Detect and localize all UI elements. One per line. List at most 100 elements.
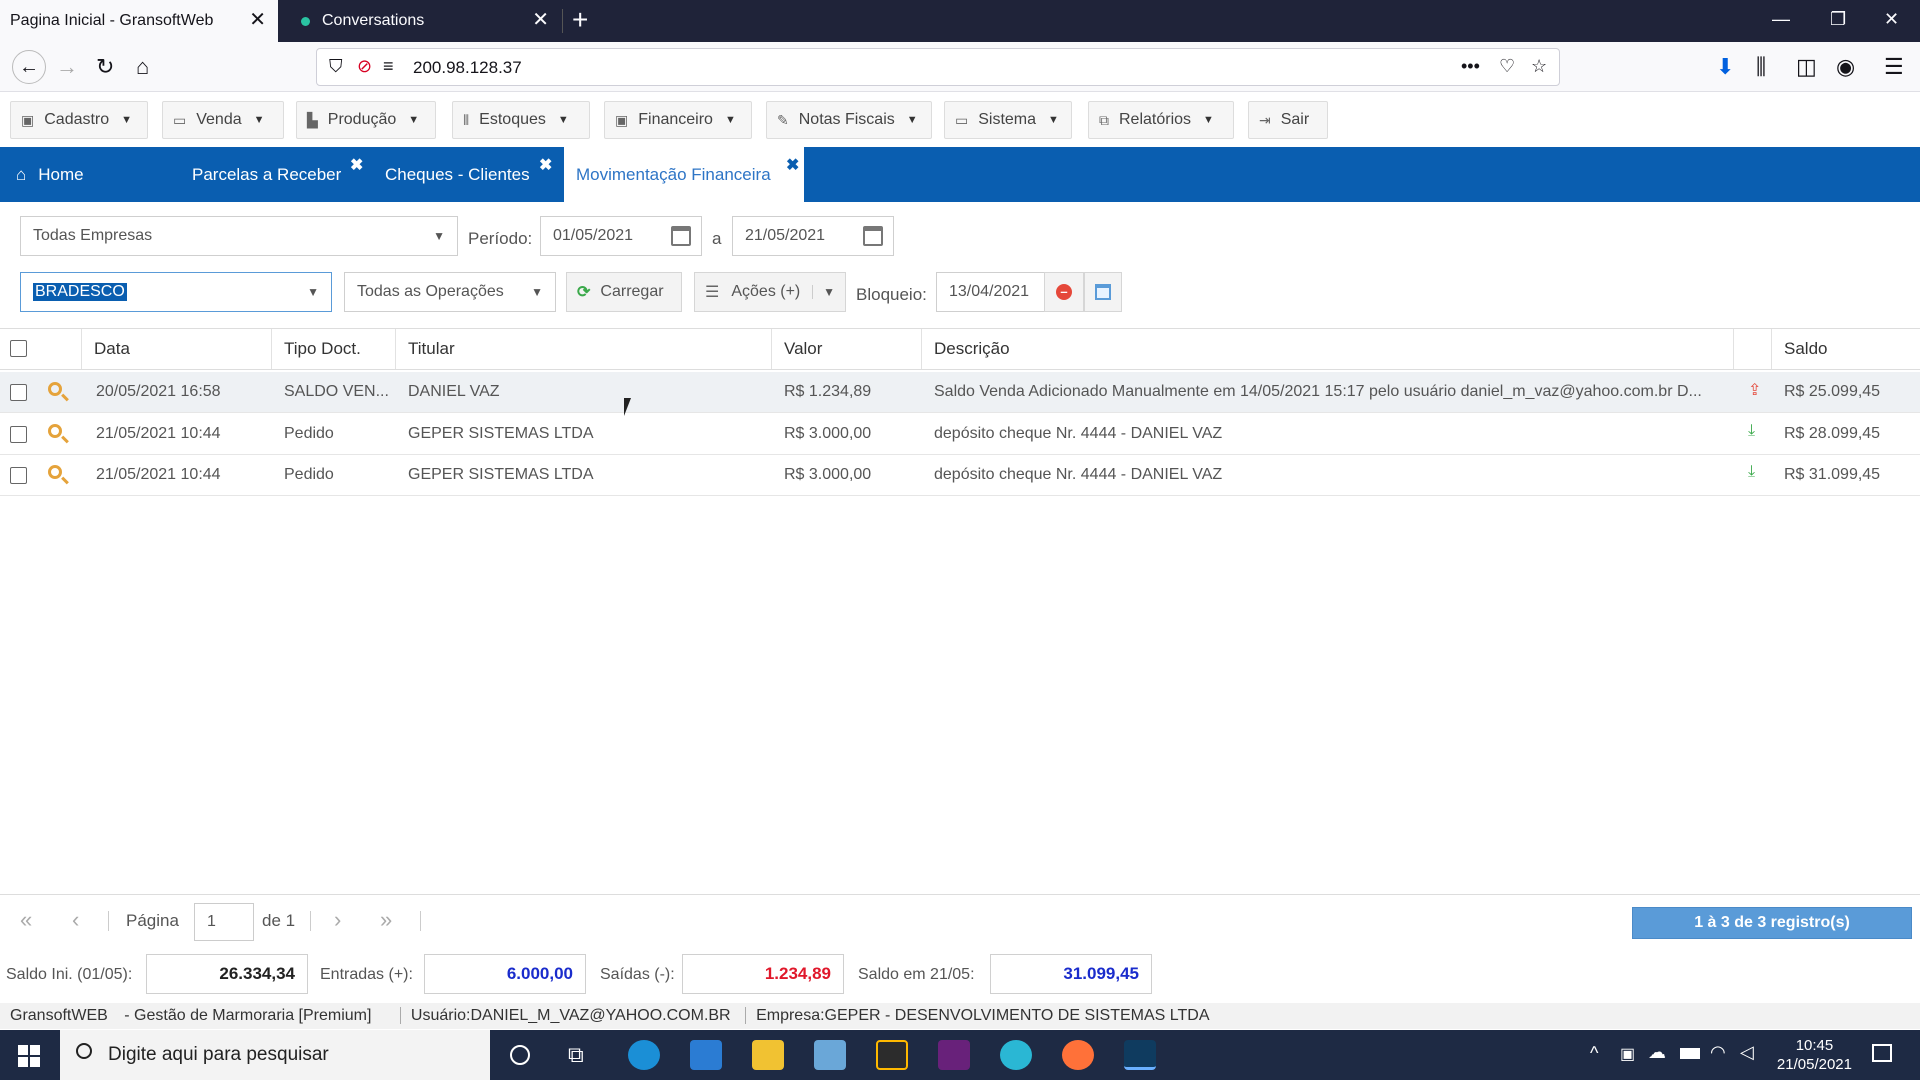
- close-tab-icon[interactable]: ✕: [532, 10, 549, 30]
- volume-icon[interactable]: ◁: [1740, 1042, 1754, 1063]
- menu-producao[interactable]: ▙ Produção ▼: [296, 101, 436, 139]
- bookmark-star-icon[interactable]: ☆: [1531, 56, 1547, 77]
- tab-home[interactable]: ⌂ Home: [16, 147, 84, 202]
- more-icon[interactable]: •••: [1461, 56, 1480, 77]
- menu-relatorios[interactable]: ⧉ Relatórios ▼: [1088, 101, 1234, 139]
- sidebar-icon[interactable]: ◫: [1796, 54, 1817, 80]
- download-icon[interactable]: ⬇: [1716, 54, 1734, 80]
- date-to-value: 21/05/2021: [745, 227, 826, 244]
- close-tab-icon[interactable]: ✖: [539, 155, 552, 175]
- close-tab-icon[interactable]: ✖: [350, 155, 363, 175]
- table-row[interactable]: 21/05/2021 10:44 Pedido GEPER SISTEMAS L…: [0, 455, 1920, 496]
- menu-hamburger-icon[interactable]: ☰: [1884, 54, 1904, 80]
- permissions-icon[interactable]: ≡: [383, 56, 394, 77]
- visual-studio-icon[interactable]: [938, 1040, 970, 1070]
- date-to-input[interactable]: 21/05/2021: [732, 216, 894, 256]
- header-valor[interactable]: Valor: [772, 329, 922, 369]
- conta-select[interactable]: BRADESCO ▼: [20, 272, 332, 312]
- notifications-icon[interactable]: [1872, 1044, 1892, 1062]
- next-page-icon[interactable]: ›: [334, 907, 341, 933]
- calendar-add-icon: [1095, 284, 1111, 300]
- menu-label: Estoques: [479, 111, 546, 128]
- list-icon: ☰: [705, 284, 720, 301]
- search-icon[interactable]: [48, 424, 62, 438]
- table-row[interactable]: 20/05/2021 16:58 SALDO VEN... DANIEL VAZ…: [0, 372, 1920, 413]
- tray-chevron-icon[interactable]: ^: [1590, 1043, 1598, 1064]
- account-icon[interactable]: ◉: [1836, 54, 1855, 80]
- menu-cadastro[interactable]: ▣ Cadastro ▼: [10, 101, 148, 139]
- select-all-checkbox[interactable]: [10, 340, 27, 357]
- pocket-icon[interactable]: ♡: [1499, 56, 1515, 77]
- forward-icon[interactable]: →: [56, 54, 78, 80]
- back-icon[interactable]: ←: [12, 50, 46, 84]
- search-icon[interactable]: [48, 382, 62, 396]
- row-checkbox[interactable]: [10, 467, 27, 484]
- page-input[interactable]: 1: [194, 903, 254, 941]
- header-saldo[interactable]: Saldo: [1772, 329, 1920, 369]
- tab-movimentacao-financeira[interactable]: Movimentação Financeira ✖: [564, 147, 804, 202]
- home-icon[interactable]: ⌂: [136, 54, 149, 80]
- header-tipo-doct[interactable]: Tipo Doct.: [272, 329, 396, 369]
- url-bar[interactable]: ⛉ ⊘ ≡ 200.98.128.37 ••• ♡ ☆: [316, 48, 1560, 86]
- meet-icon[interactable]: ▣: [1620, 1044, 1635, 1064]
- cortana-icon[interactable]: [510, 1045, 530, 1065]
- last-page-icon[interactable]: »: [380, 907, 392, 933]
- menu-sair[interactable]: ⇥ Sair: [1248, 101, 1328, 139]
- menu-sistema[interactable]: ▭ Sistema ▼: [944, 101, 1072, 139]
- battery-icon[interactable]: [1680, 1048, 1700, 1059]
- header-titular[interactable]: Titular: [396, 329, 772, 369]
- row-checkbox[interactable]: [10, 384, 27, 401]
- menu-estoques[interactable]: ⦀ Estoques ▼: [452, 101, 590, 139]
- browser-tab-gransoft[interactable]: Pagina Inicial - GransoftWeb ✕: [0, 0, 278, 42]
- chat-icon[interactable]: [1000, 1040, 1032, 1070]
- shield-icon[interactable]: ⛉: [329, 56, 343, 77]
- insecure-lock-icon[interactable]: ⊘: [357, 56, 372, 77]
- menu-venda[interactable]: ▭ Venda ▼: [162, 101, 284, 139]
- header-descricao[interactable]: Descrição: [922, 329, 1734, 369]
- search-icon[interactable]: [48, 465, 62, 479]
- calendar-icon[interactable]: [863, 226, 883, 246]
- task-view-icon[interactable]: ⧉: [568, 1042, 584, 1068]
- tab-parcelas-a-receber[interactable]: Parcelas a Receber ✖: [192, 147, 366, 202]
- row-checkbox[interactable]: [10, 426, 27, 443]
- close-tab-icon[interactable]: ✕: [249, 10, 266, 30]
- mail-icon[interactable]: [690, 1040, 722, 1070]
- firefox-icon[interactable]: [1062, 1040, 1094, 1070]
- save-bloqueio-button[interactable]: [1084, 272, 1122, 312]
- library-icon[interactable]: ⫼: [1756, 54, 1766, 80]
- terminal-icon[interactable]: [1124, 1040, 1156, 1070]
- header-data[interactable]: Data: [82, 329, 272, 369]
- file-explorer-icon[interactable]: [752, 1040, 784, 1070]
- store-icon[interactable]: [876, 1040, 908, 1070]
- clear-bloqueio-button[interactable]: –: [1044, 272, 1084, 312]
- taskbar-clock[interactable]: 10:45 21/05/2021: [1777, 1036, 1852, 1074]
- first-page-icon[interactable]: «: [20, 907, 32, 933]
- reload-icon[interactable]: ↻: [96, 54, 114, 80]
- operacoes-select[interactable]: Todas as Operações ▼: [344, 272, 556, 312]
- empresa-select[interactable]: Todas Empresas ▼: [20, 216, 458, 256]
- table-row[interactable]: 21/05/2021 10:44 Pedido GEPER SISTEMAS L…: [0, 414, 1920, 455]
- taskbar-search-input[interactable]: Digite aqui para pesquisar: [60, 1030, 490, 1080]
- new-tab-icon[interactable]: +: [572, 6, 588, 34]
- prev-page-icon[interactable]: ‹: [72, 907, 79, 933]
- windows-start-icon[interactable]: [18, 1045, 40, 1067]
- close-window-icon[interactable]: ✕: [1884, 9, 1899, 30]
- menu-notas-fiscais[interactable]: ✎ Notas Fiscais ▼: [766, 101, 932, 139]
- onedrive-icon[interactable]: ☁: [1648, 1042, 1666, 1063]
- caret-down-icon[interactable]: ▼: [812, 285, 835, 299]
- carregar-button[interactable]: ⟳ Carregar: [566, 272, 682, 312]
- conta-value: BRADESCO: [33, 283, 127, 301]
- date-from-input[interactable]: 01/05/2021: [540, 216, 702, 256]
- menu-financeiro[interactable]: ▣ Financeiro ▼: [604, 101, 752, 139]
- calendar-icon[interactable]: [671, 226, 691, 246]
- minimize-icon[interactable]: —: [1772, 9, 1790, 30]
- pager-divider: [420, 911, 421, 931]
- browser-tab-conversations[interactable]: Conversations ✕: [283, 0, 561, 42]
- app-icon[interactable]: [814, 1040, 846, 1070]
- restore-icon[interactable]: ❐: [1830, 9, 1846, 30]
- acoes-button[interactable]: ☰ Ações (+) ▼: [694, 272, 846, 312]
- edge-icon[interactable]: [628, 1040, 660, 1070]
- close-tab-icon[interactable]: ✖: [786, 155, 799, 175]
- wifi-icon[interactable]: ◠: [1710, 1042, 1726, 1063]
- tab-cheques-clientes[interactable]: Cheques - Clientes ✖: [385, 147, 559, 202]
